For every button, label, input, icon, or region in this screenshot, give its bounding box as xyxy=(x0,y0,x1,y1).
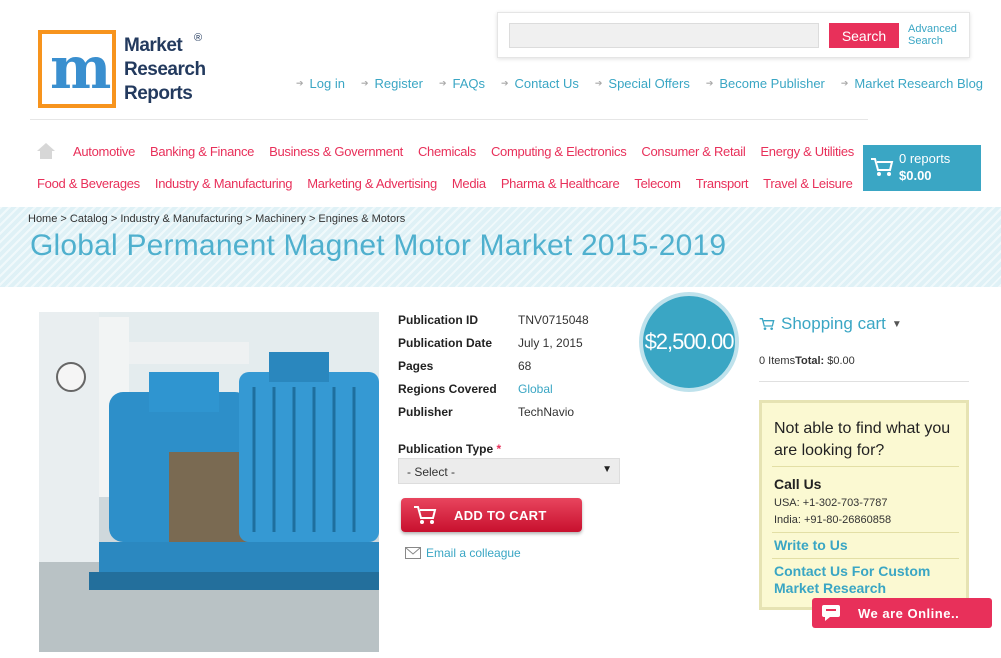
arrow-icon: ➔ xyxy=(705,78,714,88)
contact-us-link[interactable]: ➔ Contact Us xyxy=(501,76,579,91)
category-pharma-healthcare[interactable]: Pharma & Healthcare xyxy=(501,176,620,191)
chat-icon xyxy=(822,605,840,621)
category-computing-electronics[interactable]: Computing & Electronics xyxy=(491,144,627,159)
cart-report-count: 0 reports xyxy=(899,151,951,166)
category-automotive[interactable]: Automotive xyxy=(73,144,135,159)
arrow-icon: ➔ xyxy=(360,78,369,88)
become-publisher-link[interactable]: ➔ Become Publisher xyxy=(706,76,825,91)
chevron-down-icon: ▼ xyxy=(891,318,902,330)
cart-icon xyxy=(759,318,775,330)
faqs-link[interactable]: ➔ FAQs xyxy=(439,76,485,91)
category-food-beverages[interactable]: Food & Beverages xyxy=(37,176,140,191)
category-telecom[interactable]: Telecom xyxy=(634,176,681,191)
search-button[interactable]: Search xyxy=(829,23,899,48)
login-link[interactable]: ➔ Log in xyxy=(296,76,345,91)
cart-icon xyxy=(414,506,437,524)
registered-mark: ® xyxy=(194,32,203,44)
search-panel: Search Advanced Search xyxy=(497,12,970,58)
divider xyxy=(772,532,959,533)
price-badge: $2,500.00 xyxy=(639,292,739,392)
category-business-government[interactable]: Business & Government xyxy=(269,144,403,159)
divider xyxy=(759,381,969,382)
header-cart[interactable]: 0 reports $0.00 xyxy=(863,145,981,191)
breadcrumb[interactable]: Home > Catalog > Industry & Manufacturin… xyxy=(28,213,405,225)
logo-text: Market Research Reports xyxy=(124,35,206,104)
cart-total: $0.00 xyxy=(899,168,932,183)
live-chat-button[interactable]: We are Online.. xyxy=(812,598,992,628)
arrow-icon: ➔ xyxy=(296,78,304,88)
chevron-down-icon: ▼ xyxy=(602,464,612,475)
divider xyxy=(772,466,959,467)
home-icon[interactable] xyxy=(37,143,55,159)
advanced-search-link[interactable]: Advanced Search xyxy=(908,23,968,47)
category-nav-row-2: Food & Beverages Industry & Manufacturin… xyxy=(37,176,853,191)
page-title: Global Permanent Magnet Motor Market 201… xyxy=(30,229,727,262)
product-details: Publication ID TNV0715048 Publication Dat… xyxy=(398,313,589,428)
category-energy-utilities[interactable]: Energy & Utilities xyxy=(760,144,854,159)
email-colleague-link[interactable]: Email a colleague xyxy=(405,546,521,560)
regions-link[interactable]: Global xyxy=(518,382,553,405)
custom-research-link[interactable]: Contact Us For Custom Market Research xyxy=(774,563,964,597)
publisher: TechNavio xyxy=(518,405,575,419)
publication-id: TNV0715048 xyxy=(518,313,589,327)
cart-icon xyxy=(871,158,894,176)
top-nav: ➔ Log in ➔ Register ➔ FAQs ➔ Contact Us ➔ Spe… xyxy=(296,76,983,91)
publication-date: July 1, 2015 xyxy=(518,336,583,350)
phone-usa: USA: +1-302-703-7787 xyxy=(774,497,888,509)
publication-type-label: Publication Type * xyxy=(398,442,502,456)
help-title: Not able to find what you are looking fo… xyxy=(774,420,951,459)
market-research-blog-link[interactable]: ➔ Market Research Blog xyxy=(841,76,983,91)
phone-india: India: +91-80-26860858 xyxy=(774,514,892,526)
category-industry-manufacturing[interactable]: Industry & Manufacturing xyxy=(155,176,293,191)
shopping-cart-toggle[interactable]: Shopping cart ▼ xyxy=(759,314,902,334)
arrow-icon: ➔ xyxy=(501,78,509,88)
write-to-us-link[interactable]: Write to Us xyxy=(774,537,848,554)
divider xyxy=(772,558,959,559)
detail-row: Pages 68 xyxy=(398,359,589,382)
category-nav-row-1: Automotive Banking & Finance Business & … xyxy=(73,144,854,159)
category-marketing-advertising[interactable]: Marketing & Advertising xyxy=(307,176,437,191)
divider xyxy=(30,119,868,120)
detail-row: Publication ID TNV0715048 xyxy=(398,313,589,336)
product-image xyxy=(39,312,379,652)
category-media[interactable]: Media xyxy=(452,176,486,191)
add-to-cart-button[interactable]: ADD TO CART xyxy=(401,498,582,532)
arrow-icon: ➔ xyxy=(438,78,447,88)
register-link[interactable]: ➔ Register xyxy=(361,76,423,91)
logo-mark: m xyxy=(38,30,116,108)
detail-row: Publisher TechNavio xyxy=(398,405,589,428)
category-transport[interactable]: Transport xyxy=(696,176,749,191)
category-travel-leisure[interactable]: Travel & Leisure xyxy=(763,176,853,191)
mail-icon xyxy=(405,547,421,559)
category-chemicals[interactable]: Chemicals xyxy=(418,144,476,159)
category-banking-finance[interactable]: Banking & Finance xyxy=(150,144,254,159)
arrow-icon: ➔ xyxy=(594,78,603,88)
page-count: 68 xyxy=(518,359,532,373)
site-logo[interactable]: m Market Research Reports ® xyxy=(38,30,213,110)
category-consumer-retail[interactable]: Consumer & Retail xyxy=(641,144,745,159)
detail-row: Regions Covered Global xyxy=(398,382,589,405)
arrow-icon: ➔ xyxy=(840,78,849,88)
shopping-cart-summary: 0 ItemsTotal: $0.00 xyxy=(759,355,855,367)
detail-row: Publication Date July 1, 2015 xyxy=(398,336,589,359)
search-input[interactable] xyxy=(509,23,819,48)
special-offers-link[interactable]: ➔ Special Offers xyxy=(595,76,690,91)
publication-type-select[interactable]: - Select - ▼ xyxy=(398,458,620,484)
call-us-heading: Call Us xyxy=(774,476,822,492)
help-box: Not able to find what you are looking fo… xyxy=(759,400,969,610)
